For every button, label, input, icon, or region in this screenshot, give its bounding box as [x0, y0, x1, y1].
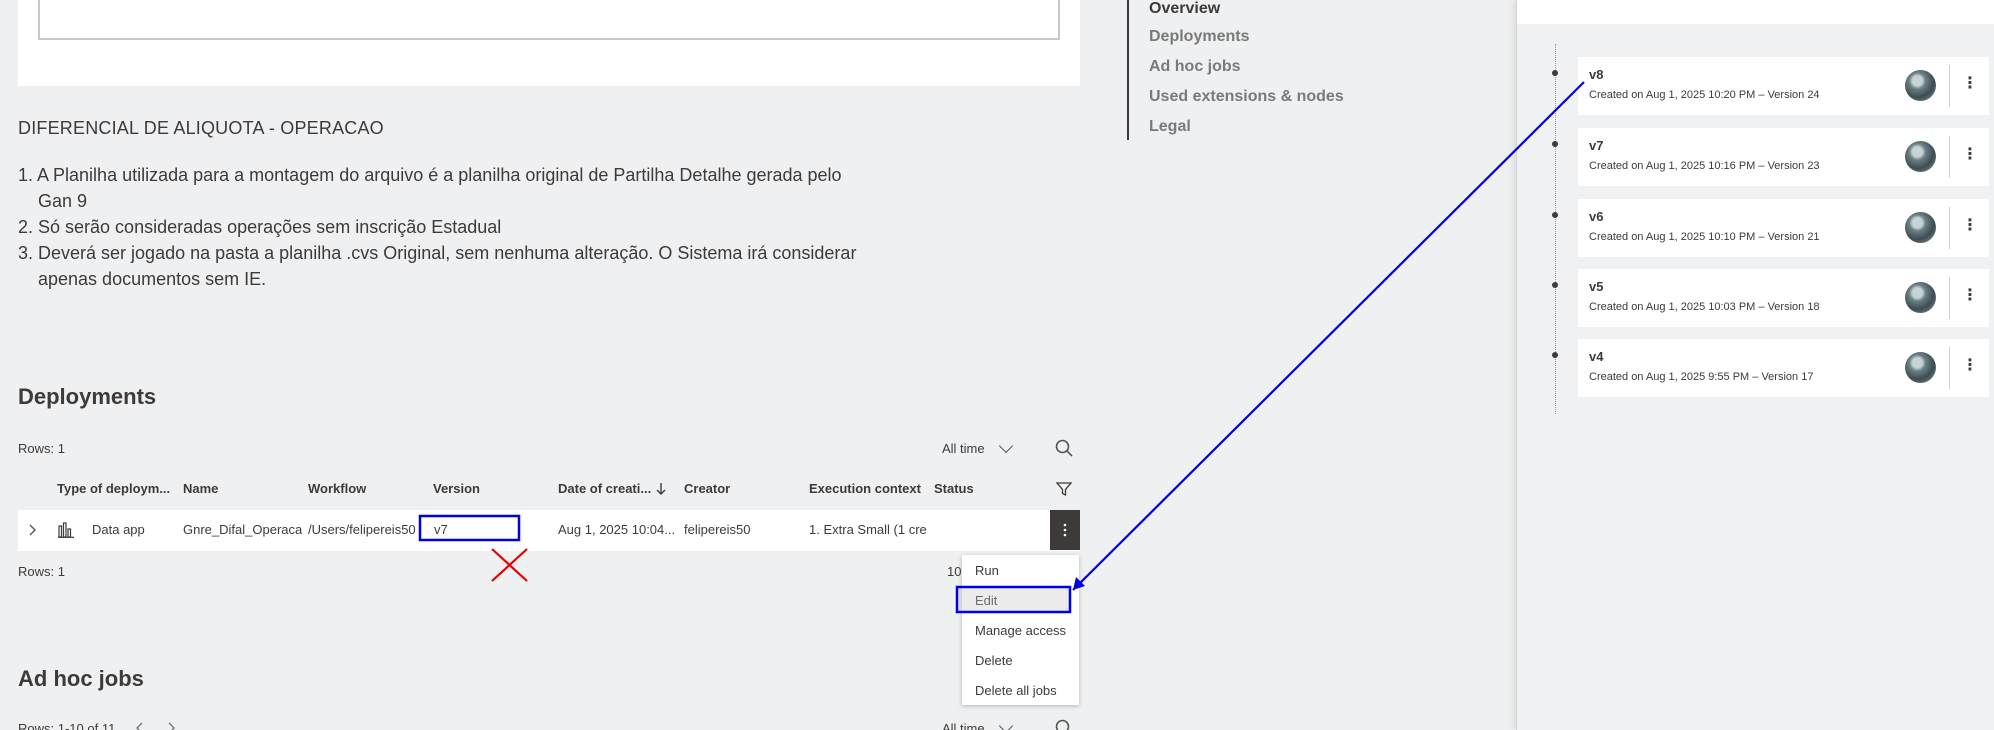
divider: [1949, 277, 1950, 319]
version-meta: Created on Aug 1, 2025 10:20 PM – Versio…: [1589, 89, 1820, 101]
chevron-down-icon: [998, 438, 1013, 454]
red-cross-mark: [491, 548, 528, 582]
deployments-time-filter[interactable]: All time: [942, 438, 1013, 456]
deployments-heading: Deployments: [18, 384, 157, 409]
deployment-name[interactable]: Gnre_Difal_Operaca: [183, 522, 305, 537]
version-meta: Created on Aug 1, 2025 10:10 PM – Versio…: [1589, 231, 1820, 243]
version-card-v8[interactable]: v8 Created on Aug 1, 2025 10:20 PM – Ver…: [1578, 57, 1989, 115]
deployments-rows-count: Rows: 1: [18, 441, 65, 456]
version-name: v6: [1589, 209, 1604, 224]
note-item: 2. Só serão consideradas operações sem i…: [18, 217, 502, 237]
data-app-icon: [58, 522, 74, 538]
column-workflow[interactable]: Workflow: [308, 481, 366, 496]
avatar: [1905, 352, 1936, 383]
deployment-date: Aug 1, 2025 10:04...: [558, 522, 676, 537]
column-type[interactable]: Type of deploym...: [57, 481, 170, 496]
row-actions-menu: Run Edit Manage access Delete Delete all…: [962, 555, 1079, 705]
version-name: v4: [1589, 349, 1604, 364]
deployments-rows-count-bottom: Rows: 1: [18, 564, 65, 579]
avatar: [1905, 282, 1936, 313]
row-actions-button[interactable]: [1050, 510, 1080, 550]
sort-down-icon[interactable]: [655, 482, 667, 496]
menu-item-manage-access[interactable]: Manage access: [975, 623, 1066, 638]
page-navigation: Overview Deployments Ad hoc jobs Used ex…: [1127, 0, 1344, 140]
more-options-icon[interactable]: ⋮: [1962, 288, 1978, 304]
deployment-version: v7: [434, 522, 448, 537]
column-date[interactable]: Date of creati...: [558, 481, 651, 496]
annotation-arrow-line: [1072, 81, 1585, 591]
more-options-icon[interactable]: ⋮: [1962, 147, 1978, 163]
note-item: 1. A Planilha utilizada para a montagem …: [18, 165, 842, 211]
column-creator[interactable]: Creator: [684, 481, 730, 496]
adhoc-rows-count: Rows: 1-10 of 11: [18, 721, 116, 730]
chevron-right-icon[interactable]: [28, 524, 38, 536]
column-status[interactable]: Status: [934, 481, 974, 496]
deployments-table-header: Type of deploym... Name Workflow Version…: [18, 475, 1080, 503]
timeline-dot: [1552, 212, 1558, 218]
filter-icon[interactable]: [1056, 481, 1072, 497]
menu-item-delete-all-jobs[interactable]: Delete all jobs: [975, 683, 1057, 698]
version-history-header: [1517, 0, 1994, 24]
time-filter-label: All time: [942, 721, 985, 730]
column-version[interactable]: Version: [433, 481, 480, 496]
nav-item-legal[interactable]: Legal: [1149, 118, 1191, 136]
timeline-dot: [1552, 70, 1558, 76]
menu-item-edit[interactable]: Edit: [975, 593, 997, 608]
version-name: v5: [1589, 279, 1604, 294]
kebab-icon: [1063, 523, 1067, 537]
deployment-execution-context: 1. Extra Small (1 cre: [809, 522, 927, 537]
column-execution-context[interactable]: Execution context: [809, 481, 921, 496]
version-meta: Created on Aug 1, 2025 9:55 PM – Version…: [1589, 371, 1814, 383]
avatar: [1905, 141, 1936, 172]
column-name[interactable]: Name: [183, 481, 218, 496]
deployment-workflow[interactable]: /Users/felipereis50: [308, 522, 420, 537]
chevron-down-icon: [998, 718, 1013, 730]
version-timeline: [1555, 44, 1556, 414]
nav-item-overview[interactable]: Overview: [1149, 0, 1220, 18]
pagination-size[interactable]: 10: [947, 564, 961, 579]
menu-item-run[interactable]: Run: [975, 563, 999, 578]
description-text-area[interactable]: [38, 0, 1060, 40]
version-card-v5[interactable]: v5 Created on Aug 1, 2025 10:03 PM – Ver…: [1578, 269, 1989, 327]
avatar: [1905, 70, 1936, 101]
red-cross-mark: [491, 548, 528, 582]
nav-item-deployments[interactable]: Deployments: [1149, 28, 1249, 46]
menu-item-delete[interactable]: Delete: [975, 653, 1013, 668]
table-row[interactable]: Data app Gnre_Difal_Operaca /Users/felip…: [18, 510, 1080, 551]
timeline-dot: [1552, 282, 1558, 288]
avatar: [1905, 212, 1936, 243]
version-meta: Created on Aug 1, 2025 10:03 PM – Versio…: [1589, 301, 1820, 313]
time-filter-label: All time: [942, 441, 985, 456]
adhoc-jobs-heading: Ad hoc jobs: [18, 666, 144, 691]
divider: [1949, 347, 1950, 389]
version-card-v4[interactable]: v4 Created on Aug 1, 2025 9:55 PM – Vers…: [1578, 339, 1989, 397]
chevron-left-icon[interactable]: [135, 722, 145, 730]
deployment-creator: felipereis50: [684, 522, 751, 537]
version-card-v7[interactable]: v7 Created on Aug 1, 2025 10:16 PM – Ver…: [1578, 128, 1989, 186]
nav-item-adhoc-jobs[interactable]: Ad hoc jobs: [1149, 58, 1241, 76]
version-card-v6[interactable]: v6 Created on Aug 1, 2025 10:10 PM – Ver…: [1578, 199, 1989, 257]
search-icon[interactable]: [1055, 719, 1073, 730]
more-options-icon[interactable]: ⋮: [1962, 76, 1978, 92]
divider: [1949, 136, 1950, 178]
version-name: v8: [1589, 67, 1604, 82]
timeline-dot: [1552, 352, 1558, 358]
description-title: DIFERENCIAL DE ALIQUOTA - OPERACAO: [18, 118, 384, 138]
more-options-icon[interactable]: ⋮: [1962, 218, 1978, 234]
note-item: 3. Deverá ser jogado na pasta a planilha…: [18, 243, 857, 289]
version-name: v7: [1589, 138, 1604, 153]
search-icon[interactable]: [1055, 439, 1073, 457]
divider: [1949, 207, 1950, 249]
adhoc-time-filter[interactable]: All time: [942, 718, 1013, 730]
version-meta: Created on Aug 1, 2025 10:16 PM – Versio…: [1589, 160, 1820, 172]
description-notes: 1. A Planilha utilizada para a montagem …: [18, 162, 858, 292]
chevron-right-icon[interactable]: [167, 722, 177, 730]
more-options-icon[interactable]: ⋮: [1962, 358, 1978, 374]
nav-item-used-extensions[interactable]: Used extensions & nodes: [1149, 88, 1344, 106]
deployment-type: Data app: [92, 522, 145, 537]
divider: [1949, 65, 1950, 107]
timeline-dot: [1552, 141, 1558, 147]
